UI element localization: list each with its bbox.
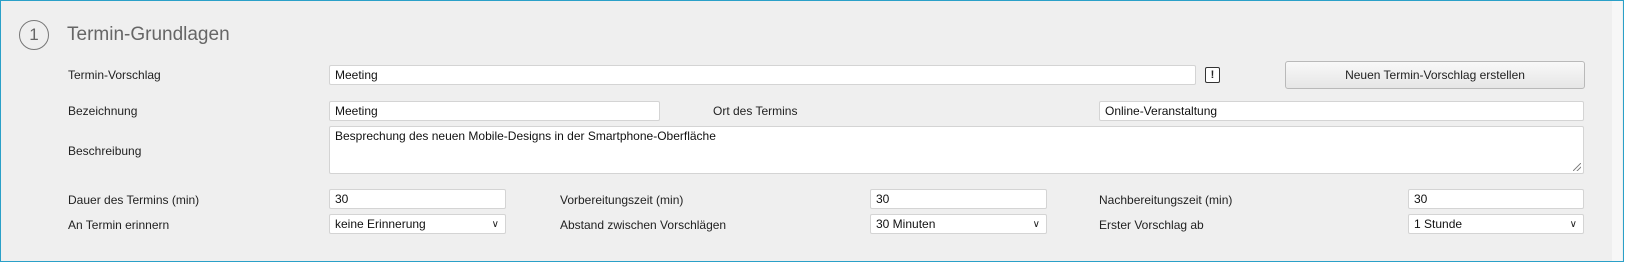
- resize-handle-icon[interactable]: [1573, 163, 1581, 171]
- bezeichnung-input[interactable]: Meeting: [329, 101, 660, 121]
- termin-vorschlag-label: Termin-Vorschlag: [68, 68, 161, 82]
- beschreibung-label: Beschreibung: [68, 144, 142, 158]
- dauer-input[interactable]: 30: [329, 189, 506, 209]
- section-title: Termin-Grundlagen: [67, 24, 230, 45]
- step-number-badge: 1: [19, 20, 49, 50]
- abstand-select[interactable]: 30 Minuten ∨: [870, 214, 1047, 234]
- nachbereitung-label: Nachbereitungszeit (min): [1099, 193, 1233, 207]
- right-edge-strip: [1612, 1, 1622, 261]
- alert-icon-button[interactable]: !: [1205, 67, 1220, 83]
- erinnern-select[interactable]: keine Erinnerung ∨: [329, 214, 506, 234]
- ort-input[interactable]: Online-Veranstaltung: [1099, 101, 1584, 121]
- bezeichnung-label: Bezeichnung: [68, 104, 138, 118]
- vorbereitung-input[interactable]: 30: [870, 189, 1047, 209]
- erster-vorschlag-label: Erster Vorschlag ab: [1099, 218, 1204, 232]
- erinnern-label: An Termin erinnern: [68, 218, 170, 232]
- beschreibung-textarea[interactable]: Besprechung des neuen Mobile-Designs in …: [329, 126, 1584, 174]
- dauer-label: Dauer des Termins (min): [68, 193, 200, 207]
- erster-vorschlag-selected-value: 1 Stunde: [1414, 217, 1463, 231]
- ort-label: Ort des Termins: [713, 104, 798, 118]
- chevron-down-icon: ∨: [1569, 219, 1577, 230]
- vorbereitung-label: Vorbereitungszeit (min): [560, 193, 684, 207]
- create-new-proposal-button[interactable]: Neuen Termin-Vorschlag erstellen: [1285, 61, 1585, 89]
- nachbereitung-input[interactable]: 30: [1408, 189, 1584, 209]
- abstand-selected-value: 30 Minuten: [876, 217, 936, 231]
- beschreibung-text: Besprechung des neuen Mobile-Designs in …: [335, 129, 716, 143]
- chevron-down-icon: ∨: [491, 219, 499, 230]
- erster-vorschlag-select[interactable]: 1 Stunde ∨: [1408, 214, 1584, 234]
- abstand-label: Abstand zwischen Vorschlägen: [560, 218, 727, 232]
- erinnern-selected-value: keine Erinnerung: [335, 217, 426, 231]
- chevron-down-icon: ∨: [1032, 219, 1040, 230]
- termin-vorschlag-input[interactable]: Meeting: [329, 65, 1196, 85]
